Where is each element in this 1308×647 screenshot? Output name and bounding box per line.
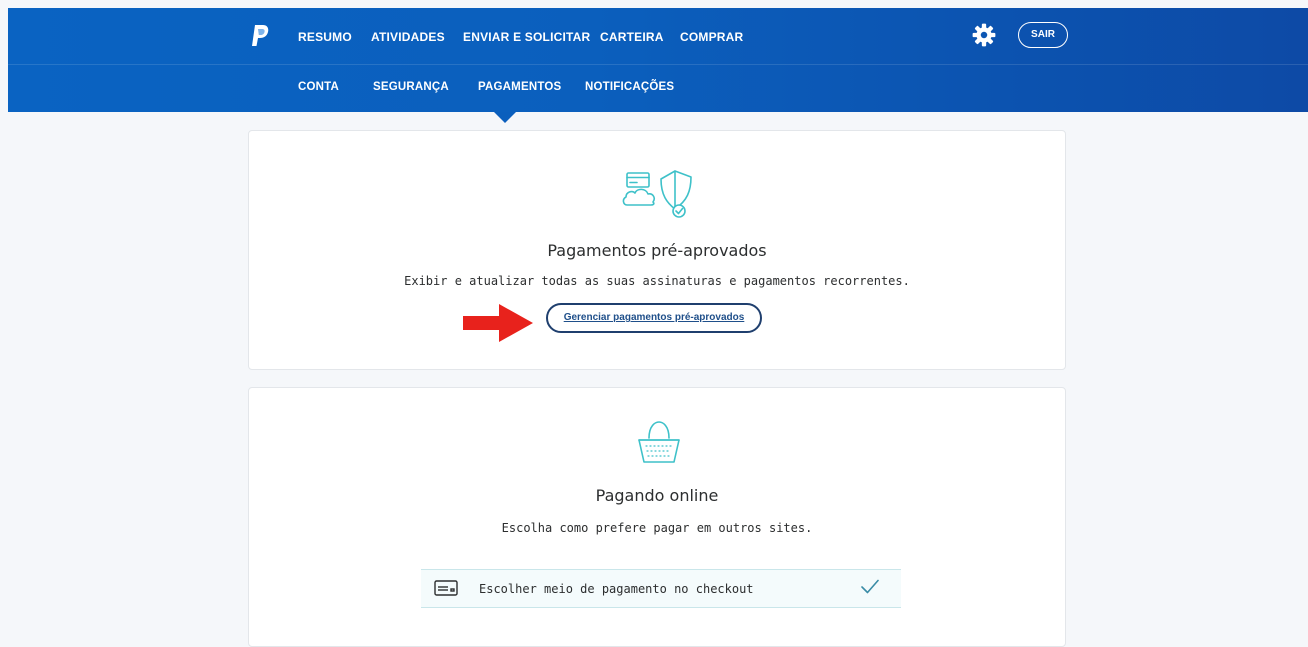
subnav-seguranca[interactable]: SEGURANÇA [373,81,449,93]
subnav-conta[interactable]: CONTA [298,81,339,93]
top-header: RESUMO ATIVIDADES ENVIAR E SOLICITAR CAR… [8,8,1308,112]
nav-enviar-e-solicitar[interactable]: ENVIAR E SOLICITAR [463,30,590,44]
nav-resumo[interactable]: RESUMO [298,30,352,44]
checkmark-icon [861,579,879,594]
red-arrow-icon [463,304,533,342]
online-title: Pagando online [595,486,719,505]
paypal-logo-icon[interactable] [250,24,270,48]
nav-carteira[interactable]: CARTEIRA [600,30,664,44]
option-label: Escolher meio de pagamento no checkout [479,582,754,596]
active-tab-pointer [494,112,516,123]
basket-icon [638,421,680,463]
manage-preapproved-button[interactable]: Gerenciar pagamentos pré-aprovados [546,303,762,333]
online-description: Escolha como prefere pagar em outros sit… [501,521,813,535]
payment-option-checkout[interactable]: Escolher meio de pagamento no checkout [421,569,901,608]
header-divider [8,64,1308,65]
main-nav: RESUMO ATIVIDADES ENVIAR E SOLICITAR CAR… [8,8,1308,64]
subnav-pagamentos[interactable]: PAGAMENTOS [478,81,561,93]
preapproved-description: Exibir e atualizar todas as suas assinat… [404,274,910,288]
nav-comprar[interactable]: COMPRAR [680,30,743,44]
gear-icon[interactable] [971,22,997,48]
credit-card-icon [434,580,458,596]
subnav-notificacoes[interactable]: NOTIFICAÇÕES [585,81,674,93]
nav-atividades[interactable]: ATIVIDADES [371,30,445,44]
online-payments-card: Pagando online Escolha como prefere paga… [248,387,1066,647]
preapproved-title: Pagamentos pré-aprovados [547,241,767,260]
preapproved-payments-card: Pagamentos pré-aprovados Exibir e atuali… [248,130,1066,370]
card-shield-cloud-icon [622,170,692,218]
logout-button[interactable]: SAIR [1018,22,1068,48]
